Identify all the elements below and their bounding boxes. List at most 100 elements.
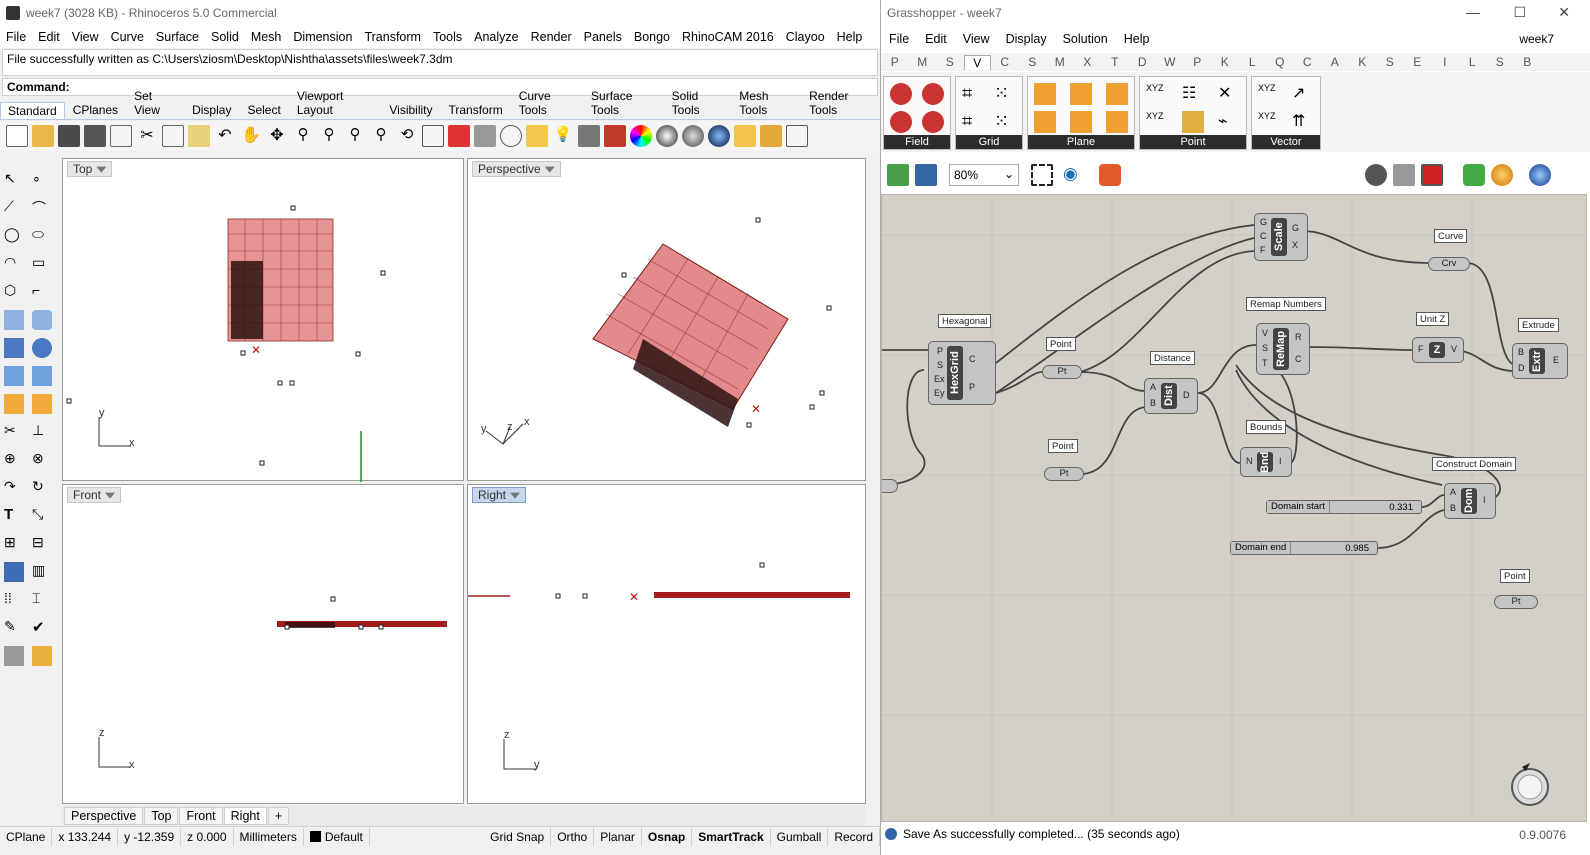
preview-selected-icon[interactable] [1463,164,1485,186]
cat-tab-vector[interactable]: V [963,54,991,70]
cat-tab-i[interactable]: I [1431,55,1459,69]
plane-xz-icon[interactable] [1034,111,1056,133]
copy-icon[interactable] [162,125,184,147]
gh-menu-view[interactable]: View [955,32,998,46]
arc-icon[interactable]: ◠ [4,254,24,274]
viewport-front[interactable]: Front x z [62,484,464,804]
cat-tab-p[interactable]: P [1184,55,1212,69]
circle-icon[interactable]: ◯ [4,226,24,246]
car-icon[interactable] [448,125,470,147]
cat-tab-mesh[interactable]: M [1046,55,1074,69]
sketch-pen-icon[interactable] [1099,164,1121,186]
gh-menu-display[interactable]: Display [998,32,1055,46]
pan-hand-icon[interactable]: ✋ [240,125,262,147]
cat-tab-curve[interactable]: C [991,55,1019,69]
cat-tab-l[interactable]: L [1239,55,1267,69]
cat-tab-display[interactable]: D [1129,55,1157,69]
open-folder-icon[interactable] [32,125,54,147]
render-sphere-icon[interactable] [656,125,678,147]
menu-solid[interactable]: Solid [205,30,245,44]
cat-tab-sets[interactable]: S [936,55,964,69]
polygon-icon[interactable]: ⬡ [4,282,24,302]
construct-domain-component[interactable]: Dom A B I [1444,483,1496,519]
add-viewport-tab[interactable]: + [267,807,290,825]
point-icon[interactable]: ∘ [32,170,52,190]
rotate-view-icon[interactable]: ✥ [266,125,288,147]
gh-menu-solution[interactable]: Solution [1055,32,1116,46]
menu-dimension[interactable]: Dimension [287,30,358,44]
viewport-top[interactable]: Top ✕ x y [62,158,464,482]
tab-mesh-tools[interactable]: Mesh Tools [731,87,801,119]
distance-component[interactable]: Dist A B D [1144,378,1198,414]
vector-display-icon[interactable]: ⇈ [1292,111,1314,133]
menu-rhinocam[interactable]: RhinoCAM 2016 [676,30,780,44]
vp-tab-perspective[interactable]: Perspective [64,807,144,825]
curve-param[interactable]: Crv [1428,257,1470,271]
move-icon[interactable]: ↷ [4,478,24,498]
paste-icon[interactable] [188,125,210,147]
tab-viewport-layout[interactable]: Viewport Layout [289,87,382,119]
cat-tab-w[interactable]: W [1156,55,1184,69]
cat-tab-l2[interactable]: L [1459,55,1487,69]
cat-tab-s3[interactable]: S [1486,55,1514,69]
plane-rotate-icon[interactable] [1106,111,1128,133]
box-icon[interactable] [4,338,24,358]
deconstruct-vector-icon[interactable]: XYZ [1258,111,1280,133]
tab-cplanes[interactable]: CPlanes [65,101,126,119]
bbox-icon[interactable]: ⊟ [32,534,52,554]
wireframe-preview-icon[interactable] [1393,164,1415,186]
solid-tools-icon[interactable] [4,646,24,666]
plane-normal-icon[interactable] [1106,83,1128,105]
gear-icon[interactable] [760,125,782,147]
field-merge-icon[interactable] [922,111,944,133]
point-list-icon[interactable]: ☷ [1182,83,1204,105]
status-planar[interactable]: Planar [594,827,642,846]
render-mode-icon[interactable] [1529,164,1551,186]
status-units[interactable]: Millimeters [234,827,304,846]
menu-mesh[interactable]: Mesh [245,30,288,44]
save-icon[interactable] [58,125,80,147]
export-icon[interactable] [110,125,132,147]
extrude-component[interactable]: Extr B D E [1512,343,1568,379]
preview-eye-icon[interactable]: ◉ [1063,164,1085,186]
open-file-icon[interactable] [887,164,909,186]
save-file-icon[interactable] [915,164,937,186]
menu-bongo[interactable]: Bongo [628,30,676,44]
zoom-selected-icon[interactable]: ⚲ [370,125,392,147]
curve-icon[interactable]: ⌒ [32,198,52,218]
color-wheel-icon[interactable] [630,125,652,147]
cat-tab-c[interactable]: C [1294,55,1322,69]
cull-points-icon[interactable]: ✕ [1218,83,1240,105]
field-spin-icon[interactable] [922,83,944,105]
fillet-icon[interactable]: ⌐ [32,282,52,302]
cat-tab-k[interactable]: K [1211,55,1239,69]
domain-start-slider[interactable]: Domain start 0.331 [1266,500,1422,514]
check-icon[interactable]: ✔ [32,618,52,638]
join-icon[interactable]: ⊕ [4,450,24,470]
light-bulb-icon[interactable]: 💡 [552,125,574,147]
viewport-perspective[interactable]: Perspective ✕ x y z [467,158,866,481]
zoom-extents-icon[interactable]: ⚲ [344,125,366,147]
vector-2pt-icon[interactable]: ↗ [1292,83,1314,105]
cat-tab-a[interactable]: A [1321,55,1349,69]
point3-param[interactable]: Pt [1494,595,1538,609]
select-arrow-icon[interactable]: ↖ [4,170,24,190]
select-points-icon[interactable] [526,125,548,147]
plane-xy-icon[interactable] [1034,83,1056,105]
remap-component[interactable]: ReMap V S T R C [1256,323,1310,375]
tab-select[interactable]: Select [239,101,288,119]
gh-menu-edit[interactable]: Edit [917,32,955,46]
dimension-icon[interactable]: ⤡ [32,506,52,526]
lock-icon[interactable] [578,125,600,147]
polyline-icon[interactable]: ⟋ [4,198,24,218]
status-smarttrack[interactable]: SmartTrack [692,827,771,846]
analyze-icon[interactable]: ⌶ [32,590,52,610]
point2-param[interactable]: Pt [1044,467,1084,481]
snap-grid-icon[interactable]: ⊞ [4,534,24,554]
menu-clayoo[interactable]: Clayoo [780,30,831,44]
tab-surface-tools[interactable]: Surface Tools [583,87,664,119]
tab-set-view[interactable]: Set View [126,87,184,119]
surface-icon[interactable] [4,310,24,330]
cat-tab-maths[interactable]: M [909,55,937,69]
split-icon[interactable]: ⊥ [32,422,52,442]
